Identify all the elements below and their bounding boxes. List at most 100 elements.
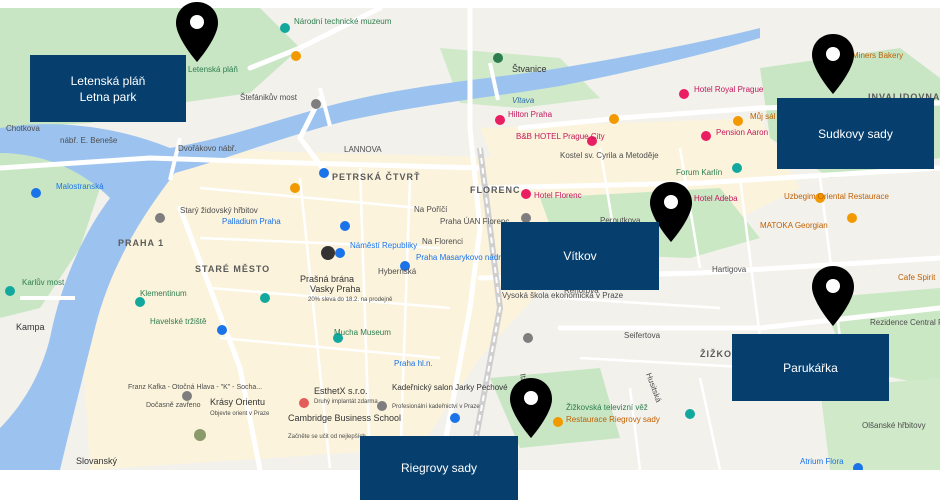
label-kampa: Kampa [16, 322, 45, 332]
label-dvorakovo: Dvořákovo nábř. [178, 144, 237, 153]
restaurant-icon [553, 417, 563, 427]
landmark-icon [311, 99, 321, 109]
label-palladium: Palladium Praha [222, 217, 281, 226]
landmark-icon [5, 286, 15, 296]
shopping-icon [217, 325, 227, 335]
restaurant-icon [290, 183, 300, 193]
district-petrska: PETRSKÁ ČTVRŤ [332, 171, 421, 182]
shopping-icon [450, 413, 460, 423]
label-namesti-republiky: Náměstí Republiky [350, 241, 417, 250]
label-kadernicky: Kadeřnický salon Jarky Pechové [392, 383, 508, 392]
callout-sudkovy[interactable]: Sudkovy sady [777, 98, 934, 169]
label-hotel-royal: Hotel Royal Prague [694, 85, 764, 94]
label-mucha: Mucha Museum [334, 328, 391, 337]
bar-icon [609, 114, 619, 124]
label-praha-hl-n: Praha hl.n. [394, 359, 433, 368]
label-havelske: Havelské tržiště [150, 317, 207, 326]
restaurant-icon [291, 51, 301, 61]
label-krasy-orientu: Krásy Orientu [210, 397, 265, 407]
label-narodni-technicke: Národní technické muzeum [294, 17, 392, 26]
label-krasy-sub: Objevte orient v Praze [210, 411, 270, 417]
label-klementinum: Klementinum [140, 289, 187, 298]
label-miners-bakery: Miners Bakery [852, 51, 903, 60]
label-seifertova: Seifertova [624, 331, 661, 340]
label-bb-hotel: B&B HOTEL Prague City [516, 132, 605, 141]
hotel-icon [495, 115, 505, 125]
callout-parukarka[interactable]: Parukářka [732, 334, 889, 401]
label-stary-hrbitov: Starý židovský hřbitov [180, 206, 258, 215]
tower-icon [685, 409, 695, 419]
callout-letenska[interactable]: Letenská pláň Letna park [30, 55, 186, 122]
map-pin-icon[interactable] [810, 32, 856, 96]
museum-icon [135, 297, 145, 307]
hotel-icon [521, 189, 531, 199]
school-icon [523, 333, 533, 343]
label-cambridge: Cambridge Business School [288, 413, 401, 423]
metro-icon [335, 248, 345, 258]
label-hotel-adeba: Hotel Adeba [694, 194, 738, 203]
label-esthetx-sub: Druhý implantát zdarma [314, 399, 378, 405]
label-stvanice: Štvanice [512, 64, 547, 74]
label-prasna-brana: Prašná brána [300, 274, 354, 284]
label-hotel-florenc: Hotel Florenc [534, 191, 582, 200]
district-stare-mesto: STARÉ MĚSTO [195, 263, 270, 274]
label-na-florenci: Na Florenci [422, 237, 463, 246]
label-cafe-spirit: Cafe Spirit [898, 273, 936, 282]
label-olsanske: Olšanské hřbitovy [862, 421, 926, 430]
tram-icon [319, 168, 329, 178]
label-vasky: Vasky Praha [310, 284, 360, 294]
metro-icon [31, 188, 41, 198]
label-docasne-zavreno: Dočasně zavřeno [146, 402, 201, 409]
label-kadernicky-sub: Profesionální kadeřnictví v Praze [392, 404, 480, 410]
label-uzbegim: Uzbegim Oriental Restaurace [784, 192, 889, 201]
restaurant-icon [847, 213, 857, 223]
park-icon [493, 53, 503, 63]
venue-icon [732, 163, 742, 173]
restaurant-icon [733, 116, 743, 126]
label-matoka: MATOKA Georgian [760, 221, 828, 230]
label-chotkova: Chotkova [6, 124, 40, 133]
gift-icon [260, 293, 270, 303]
museum-icon [280, 23, 290, 33]
cemetery-icon [155, 213, 165, 223]
label-muj-sal: Můj sál [750, 112, 776, 121]
label-hilton: Hilton Praha [508, 110, 553, 119]
label-letenska-plan: Letenská pláň [188, 65, 238, 74]
map-pin-icon[interactable] [508, 376, 554, 440]
label-kostel: Kostel sv. Cyrila a Metoděje [560, 151, 659, 160]
label-nabr-benese: nábř. E. Beneše [60, 136, 118, 145]
label-rezidence: Rezidence Central Park Praha [870, 318, 940, 327]
label-hartigova: Hartigova [712, 265, 747, 274]
label-vasky-sale: 20% sleva do 18.2. na prodejně [308, 297, 393, 303]
callout-riegrovy[interactable]: Riegrovy sady [360, 436, 518, 500]
statue-icon [182, 391, 192, 401]
label-restaurace-riegrovy: Restaurace Riegrovy sady [566, 415, 660, 424]
label-slovansky: Slovanský [76, 456, 118, 466]
label-masarykovo: Praha Masarykovo nádraží [416, 253, 512, 262]
hospital-icon [299, 398, 309, 408]
label-na-porici: Na Poříčí [414, 205, 448, 214]
street-lannova: LANNOVA [344, 145, 382, 154]
label-stefanikuv: Štefánikův most [240, 93, 298, 102]
label-praha-uan: Praha ÚAN Florenc [440, 217, 509, 226]
business-icon [377, 401, 387, 411]
label-karluv-most: Karlův most [22, 278, 65, 287]
map-pin-icon[interactable] [810, 264, 856, 328]
label-esthetx: EsthetX s.r.o. [314, 386, 368, 396]
label-cambridge-sub: Začněte se učit od nejlepších. [288, 434, 368, 440]
district-florenc: FLORENC [470, 185, 521, 195]
map-stage: PRAHA 1 STARÉ MĚSTO PETRSKÁ ČTVRŤ FLOREN… [0, 0, 940, 500]
hotel-icon [701, 131, 711, 141]
label-pension-aaron: Pension Aaron [716, 128, 768, 137]
label-forum-karlin: Forum Karlín [676, 168, 722, 177]
label-malostranska: Malostranská [56, 182, 104, 191]
label-vysoka-skola: Vysoká škola ekonomická v Praze [502, 291, 624, 300]
callout-vitkov[interactable]: Vítkov [501, 222, 659, 290]
label-atrium-flora: Atrium Flora [800, 457, 844, 466]
tower-icon [321, 246, 335, 260]
shopping-icon [340, 221, 350, 231]
label-franz-kafka: Franz Kafka - Otočná Hlava - "K" - Socha… [128, 384, 262, 391]
hotel-icon [679, 89, 689, 99]
district-praha1: PRAHA 1 [118, 238, 164, 248]
river-label: Vltava [512, 96, 535, 105]
